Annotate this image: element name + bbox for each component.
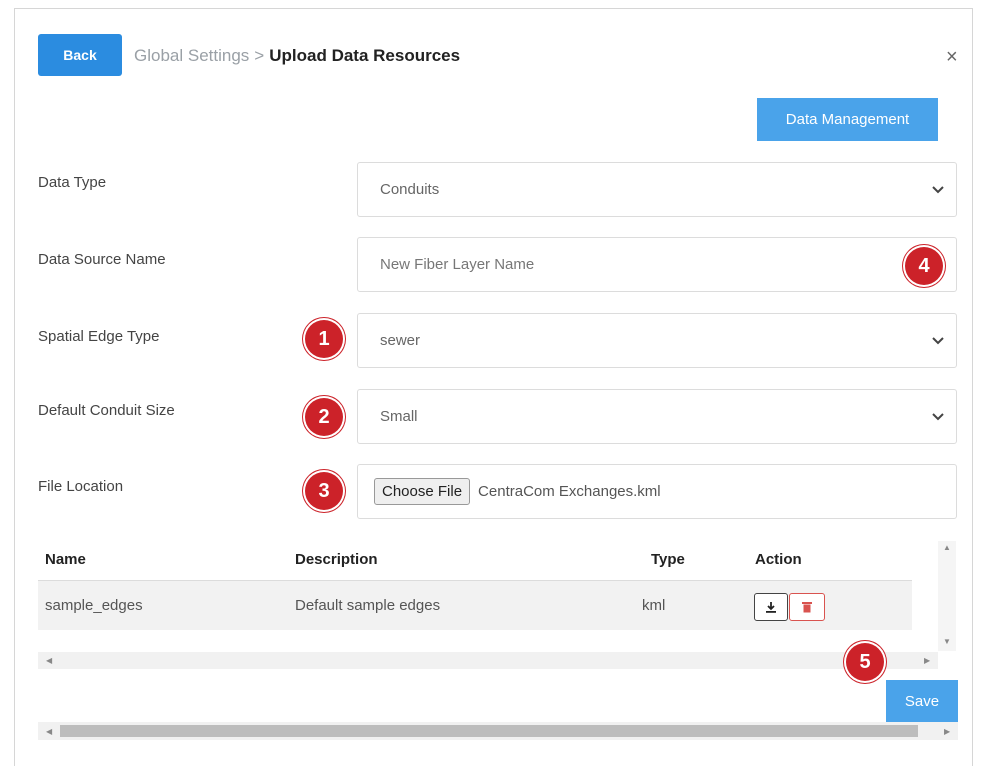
selected-file-name: CentraCom Exchanges.kml bbox=[478, 483, 661, 500]
callout-badge-5: 5 bbox=[846, 643, 884, 681]
table-row: sample_edges Default sample edges kml bbox=[38, 580, 912, 630]
callout-badge-2: 2 bbox=[305, 398, 343, 436]
close-icon[interactable]: × bbox=[946, 47, 958, 67]
file-location-field: Choose File CentraCom Exchanges.kml bbox=[357, 464, 957, 519]
data-source-name-placeholder: New Fiber Layer Name bbox=[380, 256, 535, 273]
chevron-down-icon bbox=[932, 336, 944, 344]
data-source-name-input[interactable]: New Fiber Layer Name bbox=[357, 237, 957, 292]
spatial-edge-type-value: sewer bbox=[380, 332, 421, 349]
callout-badge-3: 3 bbox=[305, 472, 343, 510]
dialog-horizontal-scrollbar[interactable]: ◀ ▶ bbox=[38, 722, 958, 740]
back-button[interactable]: Back bbox=[38, 34, 122, 76]
cell-description: Default sample edges bbox=[295, 597, 441, 614]
choose-file-button[interactable]: Choose File bbox=[374, 478, 471, 505]
column-header-name: Name bbox=[45, 551, 86, 568]
data-source-name-label: Data Source Name bbox=[38, 251, 166, 268]
delete-button[interactable] bbox=[789, 593, 825, 621]
default-conduit-size-select[interactable]: Small bbox=[357, 389, 957, 444]
spatial-edge-type-label: Spatial Edge Type bbox=[38, 328, 160, 345]
default-conduit-size-value: Small bbox=[380, 408, 418, 425]
data-type-value: Conduits bbox=[380, 181, 440, 198]
table-vertical-scrollbar[interactable]: ▲ ▼ bbox=[938, 541, 956, 651]
cell-name: sample_edges bbox=[45, 597, 143, 614]
chevron-down-icon bbox=[932, 185, 944, 193]
download-button[interactable] bbox=[754, 593, 788, 621]
callout-badge-4: 4 bbox=[905, 247, 943, 285]
scrollbar-thumb[interactable] bbox=[60, 725, 918, 737]
data-type-select[interactable]: Conduits bbox=[357, 162, 957, 217]
breadcrumb-parent[interactable]: Global Settings bbox=[134, 46, 249, 65]
spatial-edge-type-select[interactable]: sewer bbox=[357, 313, 957, 368]
default-conduit-size-label: Default Conduit Size bbox=[38, 402, 175, 419]
callout-badge-1: 1 bbox=[305, 320, 343, 358]
column-header-description: Description bbox=[295, 551, 378, 568]
column-header-action: Action bbox=[755, 551, 802, 568]
file-location-label: File Location bbox=[38, 478, 124, 495]
cell-type: kml bbox=[642, 597, 666, 614]
data-type-label: Data Type bbox=[38, 174, 107, 191]
table-horizontal-scrollbar[interactable]: ◀ ▶ bbox=[38, 652, 938, 669]
save-button[interactable]: Save bbox=[886, 680, 958, 722]
chevron-down-icon bbox=[932, 412, 944, 420]
breadcrumb-separator: > bbox=[254, 46, 265, 65]
trash-icon bbox=[802, 602, 812, 613]
data-management-button[interactable]: Data Management bbox=[757, 98, 938, 141]
breadcrumb: Global Settings > Upload Data Resources bbox=[134, 46, 460, 66]
column-header-type: Type bbox=[651, 551, 685, 568]
download-icon bbox=[766, 602, 776, 613]
page-title: Upload Data Resources bbox=[269, 46, 461, 65]
